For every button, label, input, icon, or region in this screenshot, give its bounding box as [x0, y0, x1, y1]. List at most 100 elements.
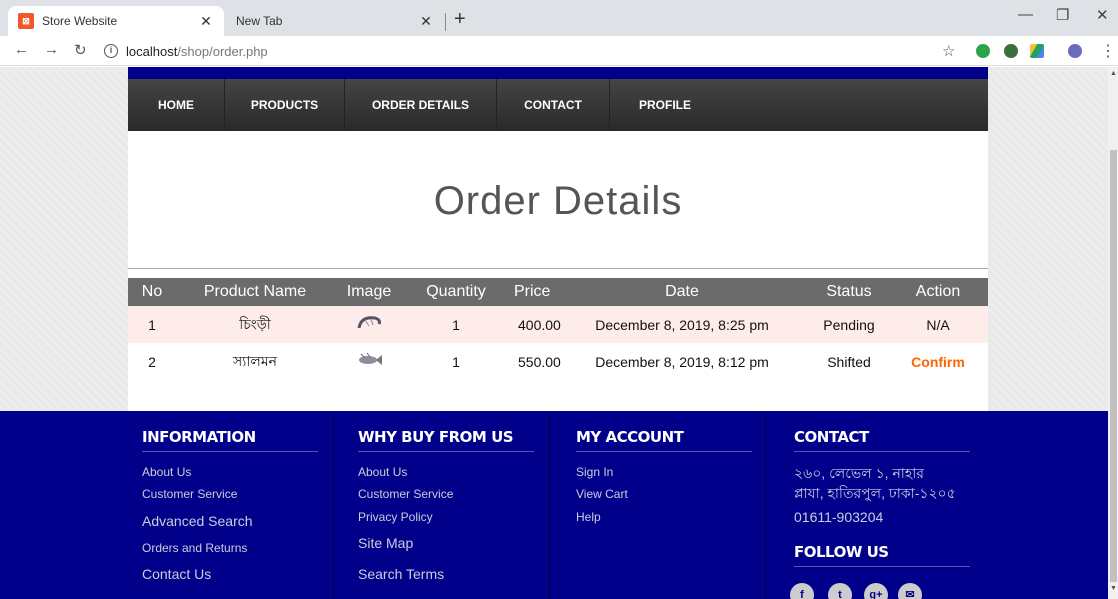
table-row: 2 স্যালমন 1 550.00 December 8, 2019, 8:1… [128, 343, 988, 380]
new-tab-icon[interactable]: + [454, 8, 466, 31]
bookmark-star-icon[interactable]: ☆ [942, 42, 955, 60]
row-action: N/A [926, 316, 950, 333]
footer-link[interactable]: View Cart [576, 487, 628, 501]
url-host: localhost [126, 43, 178, 59]
footer-link[interactable]: Contact Us [142, 566, 211, 582]
email-icon[interactable]: ✉ [898, 583, 922, 599]
footer-link[interactable]: Search Terms [358, 566, 444, 582]
footer-link[interactable]: Advanced Search [142, 513, 253, 529]
footer-link[interactable]: Orders and Returns [142, 541, 247, 555]
main-navbar: HOME PRODUCTS ORDER DETAILS CONTACT PROF… [128, 79, 988, 131]
address-bar[interactable]: i localhost/shop/order.php [104, 39, 964, 63]
page-viewport: HOME PRODUCTS ORDER DETAILS CONTACT PROF… [0, 67, 1108, 599]
footer-my-account: MY ACCOUNT Sign In View Cart Help [550, 411, 766, 599]
row-quantity: 1 [452, 353, 460, 370]
footer-link[interactable]: Customer Service [358, 487, 453, 501]
scroll-up-icon[interactable]: ▲ [1110, 70, 1117, 77]
row-date: December 8, 2019, 8:12 pm [595, 353, 769, 370]
extension-icon[interactable] [1004, 44, 1018, 58]
browser-toolbar: ← → ↻ i localhost/shop/order.php ☆ ⋮ [0, 36, 1118, 66]
footer-link[interactable]: About Us [142, 465, 191, 479]
product-image [334, 314, 404, 335]
footer-link[interactable]: Privacy Policy [358, 510, 433, 524]
footer-link[interactable]: Site Map [358, 535, 413, 551]
row-quantity: 1 [452, 316, 460, 333]
page-title: Order Details [433, 179, 683, 223]
close-tab-icon[interactable]: ✕ [418, 13, 434, 30]
minimize-icon[interactable]: — [1018, 6, 1033, 23]
confirm-link[interactable]: Confirm [894, 354, 982, 370]
footer-contact: CONTACT ২৬০, লেভেল ১, নাহার প্লাযা, হাতি… [766, 411, 996, 599]
footer-divider [358, 451, 534, 452]
footer-link[interactable]: Sign In [576, 465, 613, 479]
contact-address-line1: ২৬০, লেভেল ১, নাহার [794, 465, 924, 481]
browser-tab-bar: ⊠ Store Website ✕ New Tab ✕ + — ❐ ✕ [0, 0, 1118, 36]
site-footer: INFORMATION About Us Customer Service Ad… [0, 411, 1108, 599]
tab-title: Store Website [42, 14, 118, 28]
drive-icon[interactable] [1030, 44, 1044, 58]
row-status: Pending [823, 316, 875, 333]
nav-products[interactable]: PRODUCTS [225, 79, 345, 131]
forward-icon[interactable]: → [44, 41, 59, 58]
row-status: Shifted [827, 353, 871, 370]
twitter-icon[interactable]: t [828, 583, 852, 599]
row-price: 550.00 [518, 353, 561, 370]
footer-link[interactable]: Customer Service [142, 487, 237, 501]
tab-store-website[interactable]: ⊠ Store Website ✕ [8, 6, 224, 36]
footer-why-buy: WHY BUY FROM US About Us Customer Servic… [334, 411, 550, 599]
browser-menu-icon[interactable]: ⋮ [1100, 41, 1116, 61]
profile-avatar-icon[interactable] [1068, 44, 1082, 58]
tab-divider [445, 13, 446, 31]
footer-link[interactable]: About Us [358, 465, 407, 479]
footer-title: MY ACCOUNT [576, 428, 684, 446]
nav-order-details[interactable]: ORDER DETAILS [345, 79, 497, 131]
header-price: Price [514, 283, 551, 300]
header-date: Date [665, 283, 699, 300]
orders-table: No Product Name Image Quantity Price Dat… [128, 278, 988, 380]
contact-phone: 01611-903204 [794, 509, 884, 525]
header-product-name: Product Name [203, 283, 307, 300]
nav-contact[interactable]: CONTACT [497, 79, 610, 131]
shrimp-image [357, 316, 381, 329]
info-icon[interactable]: i [104, 44, 118, 58]
back-icon[interactable]: ← [14, 41, 29, 58]
header-strip [128, 67, 988, 79]
table-row: 1 চিংড়ী 1 400.00 December 8, 2019, 8:25… [128, 306, 988, 343]
footer-divider [142, 451, 318, 452]
google-plus-icon[interactable]: g+ [864, 583, 888, 599]
reload-icon[interactable]: ↻ [74, 41, 87, 59]
divider [128, 268, 988, 269]
facebook-icon[interactable]: f [790, 583, 814, 599]
url-path: /shop/order.php [177, 43, 268, 59]
tab-title: New Tab [236, 14, 283, 28]
shield-extension-icon[interactable] [976, 44, 990, 58]
row-product-name: স্যালমন [233, 352, 277, 369]
footer-title: CONTACT [794, 428, 869, 446]
fish-image [359, 352, 382, 365]
contact-address-line2: প্লাযা, হাতিরপুল, ঢাকা-১২০৫ [794, 485, 956, 501]
nav-profile[interactable]: PROFILE [610, 79, 720, 131]
table-header: No Product Name Image Quantity Price Dat… [128, 278, 988, 306]
footer-divider [794, 566, 970, 567]
product-image [334, 351, 404, 372]
header-quantity: Quantity [426, 283, 486, 300]
xampp-icon: ⊠ [18, 13, 34, 29]
row-date: December 8, 2019, 8:25 pm [595, 316, 769, 333]
footer-divider [794, 451, 970, 452]
nav-home[interactable]: HOME [128, 79, 225, 131]
footer-divider [576, 451, 752, 452]
close-tab-icon[interactable]: ✕ [198, 13, 214, 30]
header-action: Action [915, 283, 961, 300]
close-window-icon[interactable]: ✕ [1096, 6, 1109, 24]
scroll-down-icon[interactable]: ▼ [1110, 585, 1117, 592]
scrollbar-thumb[interactable] [1110, 150, 1117, 582]
order-content: Order Details No Product Name Image Quan… [128, 131, 988, 411]
row-price: 400.00 [518, 316, 561, 333]
footer-information: INFORMATION About Us Customer Service Ad… [118, 411, 334, 599]
footer-title: WHY BUY FROM US [358, 428, 514, 446]
footer-link[interactable]: Help [576, 510, 601, 524]
restore-icon[interactable]: ❐ [1056, 6, 1069, 24]
row-product-name: চিংড়ী [239, 315, 271, 332]
row-no: 1 [148, 316, 156, 333]
tab-new-tab[interactable]: New Tab ✕ [226, 6, 444, 36]
